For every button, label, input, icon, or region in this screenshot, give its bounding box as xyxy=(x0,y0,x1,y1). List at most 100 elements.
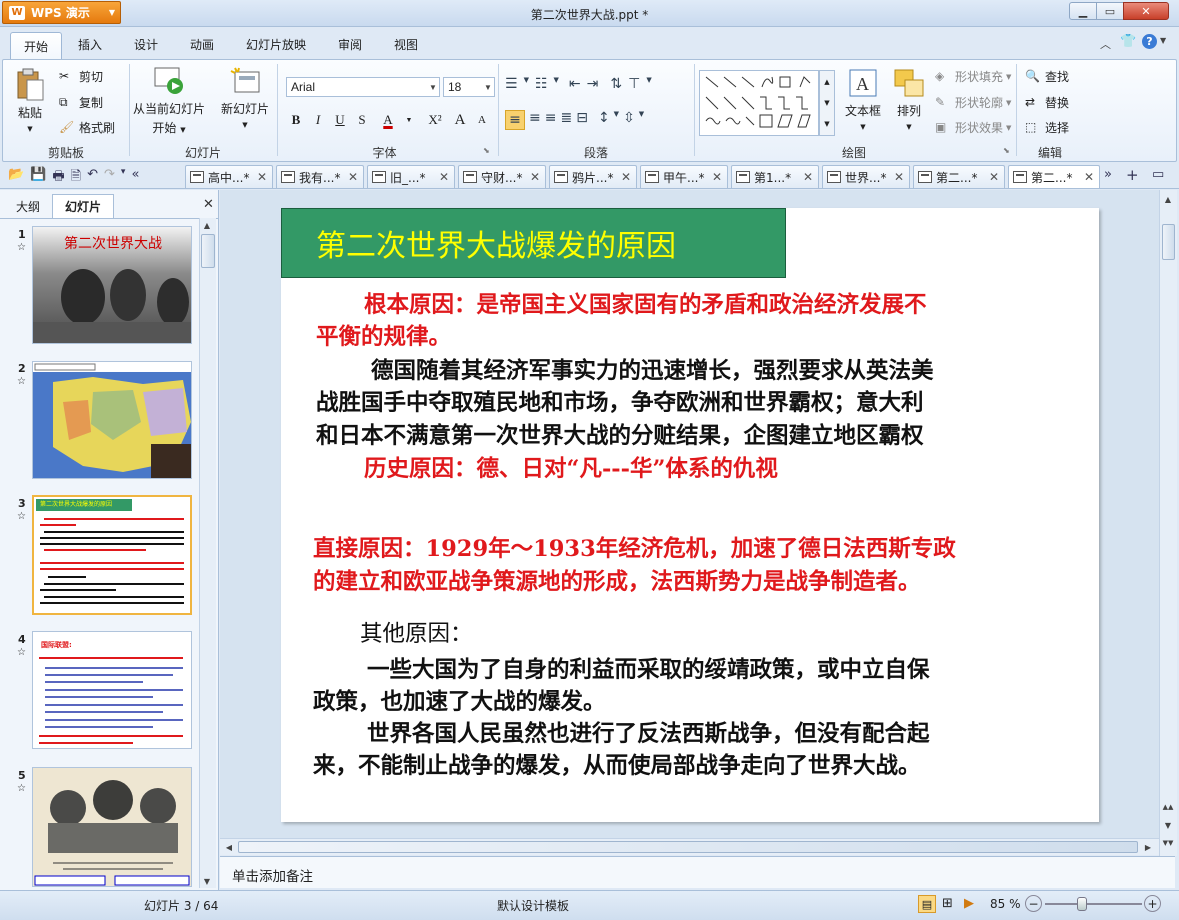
bullets-icon[interactable]: ☰ xyxy=(505,76,518,92)
maximize-button[interactable]: ▭ xyxy=(1096,2,1124,20)
canvas-hscrollbar[interactable]: ◀ ▶ xyxy=(220,838,1159,855)
body-text[interactable]: 战胜国手中夺取殖民地和市场，争夺欧洲和世界霸权；意大利 xyxy=(316,387,924,420)
align-right-icon[interactable]: ≡ xyxy=(545,110,557,130)
minimize-button[interactable]: ▁ xyxy=(1069,2,1097,20)
tab-animation[interactable]: 动画 xyxy=(190,36,214,53)
chevron-down-icon[interactable]: ▼ xyxy=(404,110,414,130)
paragraph-spacing-icon[interactable]: ⇳ xyxy=(623,110,635,130)
print-icon[interactable]: 🖶 xyxy=(52,167,64,189)
paste-button[interactable]: 粘贴 ▼ xyxy=(13,68,47,138)
undo-icon[interactable]: ↶ xyxy=(87,167,98,189)
align-text-icon[interactable]: ⊤ xyxy=(628,76,640,92)
doc-tab[interactable]: 我有...* ✕ xyxy=(276,165,364,188)
tab-slides[interactable]: 幻灯片 xyxy=(52,194,114,218)
zoom-slider-track[interactable] xyxy=(1045,903,1142,905)
body-text[interactable]: 政策，也加速了大战的爆发。 xyxy=(313,686,606,719)
zoom-in-icon[interactable]: + xyxy=(1144,895,1161,912)
slide-thumbnail[interactable]: 国际联盟: xyxy=(32,631,192,749)
skin-icon[interactable]: 👕 xyxy=(1120,34,1136,49)
shape-gallery[interactable] xyxy=(699,70,819,136)
play-from-current-button[interactable]: 从当前幻灯片 开始 ▼ xyxy=(131,66,207,136)
font-size-select[interactable]: 18 ▼ xyxy=(443,77,495,97)
close-tab-icon[interactable]: ✕ xyxy=(257,170,267,184)
increase-indent-icon[interactable]: ⇥ xyxy=(587,76,599,92)
scroll-left-icon[interactable]: ◀ xyxy=(222,840,236,854)
text-direction-icon[interactable]: ⇅ xyxy=(610,76,622,92)
doc-tab[interactable]: 第1...* ✕ xyxy=(731,165,819,188)
shape-gallery-scroll[interactable]: ▲ ▼ ▼ xyxy=(819,70,835,136)
font-family-select[interactable]: Arial ▼ xyxy=(286,77,440,97)
customize-toolbar-icon[interactable]: ▾ xyxy=(121,167,126,189)
format-painter-button[interactable]: 🖌 格式刷 xyxy=(59,119,115,136)
doc-tab[interactable]: 第二...* ✕ xyxy=(913,165,1005,188)
chevron-down-icon[interactable]: ▼ xyxy=(639,110,644,130)
normal-view-icon[interactable]: ▤ xyxy=(918,895,936,913)
shape-outline-button[interactable]: ✎ 形状轮廓 ▼ xyxy=(935,94,1011,111)
justify-icon[interactable]: ≣ xyxy=(560,110,572,130)
textbox-button[interactable]: A 文本框 ▼ xyxy=(843,68,883,131)
underline-button[interactable]: U xyxy=(330,110,350,130)
body-text[interactable]: 一些大国为了自身的利益而采取的绥靖政策，或中立自保 xyxy=(367,654,930,687)
decrease-indent-icon[interactable]: ⇤ xyxy=(569,76,581,92)
distribute-icon[interactable]: ⊟ xyxy=(576,110,588,130)
body-text[interactable]: 德国随着其经济军事实力的迅速增长，强烈要求从英法美 xyxy=(371,355,934,388)
tab-list-icon[interactable]: ▭ xyxy=(1152,167,1164,182)
scroll-down-icon[interactable]: ▼ xyxy=(200,874,214,888)
chevron-down-icon[interactable]: ▼ xyxy=(614,110,619,130)
zoom-out-icon[interactable]: − xyxy=(1025,895,1042,912)
print-preview-icon[interactable]: 🗎 xyxy=(71,167,81,189)
new-slide-button[interactable]: 新幻灯片 ▼ xyxy=(215,66,275,129)
font-color-button[interactable]: A xyxy=(374,110,402,130)
chevron-down-icon[interactable]: ▼ xyxy=(524,76,529,92)
numbering-icon[interactable]: ☷ xyxy=(535,76,548,92)
body-text[interactable]: 和日本不满意第一次世界大战的分赃结果，企图建立地区霸权 xyxy=(316,420,924,453)
slide-sorter-icon[interactable]: ⊞ xyxy=(942,896,953,911)
close-tab-icon[interactable]: ✕ xyxy=(530,170,540,184)
tab-view[interactable]: 视图 xyxy=(394,36,418,53)
next-slide-icon[interactable]: ▼▼ xyxy=(1161,836,1175,850)
save-icon[interactable]: 💾 xyxy=(30,167,46,189)
chevron-down-icon[interactable]: ▼ xyxy=(646,76,651,92)
scroll-thumb[interactable] xyxy=(238,841,1138,853)
bold-button[interactable]: B xyxy=(286,110,306,130)
body-text[interactable]: 世界各国人民虽然也进行了反法西斯战争，但没有配合起 xyxy=(367,718,930,751)
root-cause-text[interactable]: 根本原因：是帝国主义国家固有的矛盾和政治经济发展不 xyxy=(364,289,927,322)
italic-button[interactable]: I xyxy=(308,110,328,130)
scroll-right-icon[interactable]: ▶ xyxy=(1141,840,1155,854)
close-tab-icon[interactable]: ✕ xyxy=(1084,170,1094,184)
grow-font-button[interactable]: A xyxy=(450,110,470,130)
slide-title[interactable]: 第二次世界大战爆发的原因 xyxy=(281,208,786,278)
select-button[interactable]: ⬚ 选择 xyxy=(1025,119,1069,136)
tab-review[interactable]: 审阅 xyxy=(338,36,362,53)
copy-button[interactable]: ⧉ 复制 xyxy=(59,94,103,111)
align-center-icon[interactable]: ≡ xyxy=(529,110,541,130)
help-icon[interactable]: ? xyxy=(1142,34,1157,49)
doc-tab[interactable]: 旧_...* ✕ xyxy=(367,165,455,188)
shape-fill-button[interactable]: ◈ 形状填充 ▼ xyxy=(935,68,1011,85)
chevron-down-icon[interactable]: ▼ xyxy=(554,76,559,92)
redo-icon[interactable]: ↷ xyxy=(104,167,115,189)
root-cause-text-cont[interactable]: 平衡的规律。 xyxy=(316,321,451,354)
doc-tab[interactable]: 世界...* ✕ xyxy=(822,165,910,188)
superscript-button[interactable]: X² xyxy=(422,110,448,130)
tab-slideshow[interactable]: 幻灯片放映 xyxy=(246,36,306,53)
arrange-button[interactable]: 排列 ▼ xyxy=(889,68,929,131)
scroll-thumb[interactable] xyxy=(1162,224,1175,260)
slide-canvas[interactable]: 第二次世界大战爆发的原因 根本原因：是帝国主义国家固有的矛盾和政治经济发展不 平… xyxy=(281,208,1099,822)
doc-tab[interactable]: 甲午...* ✕ xyxy=(640,165,728,188)
find-button[interactable]: 🔍 查找 xyxy=(1025,68,1069,85)
body-text[interactable]: 来，不能制止战争的爆发，从而使局部战争走向了世界大战。 xyxy=(313,750,921,783)
shrink-font-button[interactable]: A xyxy=(472,110,492,130)
zoom-slider-handle[interactable] xyxy=(1077,897,1087,911)
new-tab-icon[interactable]: + xyxy=(1126,166,1139,184)
close-tab-icon[interactable]: ✕ xyxy=(989,170,999,184)
line-spacing-icon[interactable]: ↕ xyxy=(598,110,610,130)
scroll-thumb[interactable] xyxy=(201,234,215,268)
direct-cause-text[interactable]: 直接原因：1929年～1933年经济危机，加速了德日法西斯专政 xyxy=(313,533,956,566)
scroll-up-icon[interactable]: ▲ xyxy=(1161,192,1175,206)
scroll-tabs-right-icon[interactable]: » xyxy=(1104,167,1112,182)
close-tab-icon[interactable]: ✕ xyxy=(803,170,813,184)
close-tab-icon[interactable]: ✕ xyxy=(712,170,722,184)
close-tab-icon[interactable]: ✕ xyxy=(439,170,449,184)
collapse-ribbon-icon[interactable]: ︿ xyxy=(1100,36,1111,52)
